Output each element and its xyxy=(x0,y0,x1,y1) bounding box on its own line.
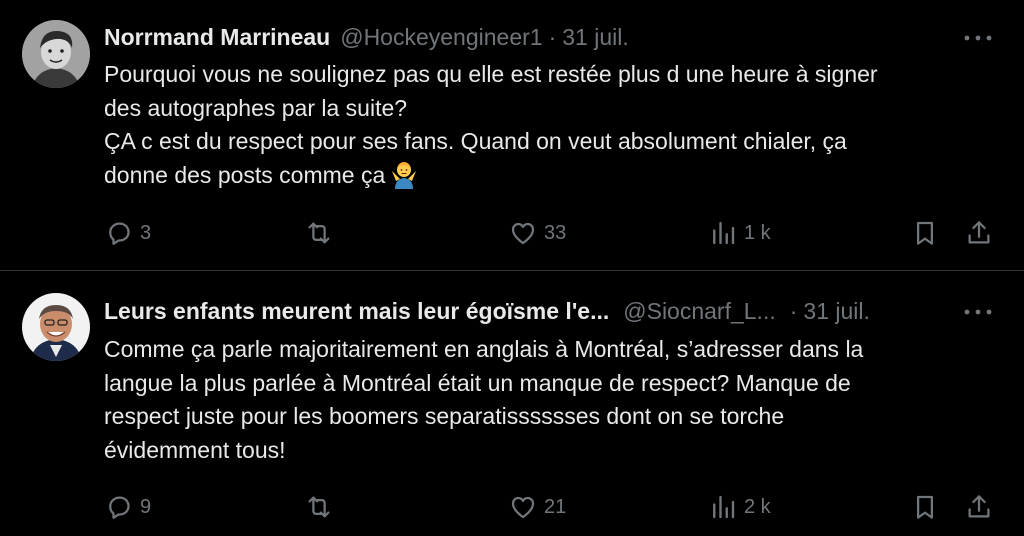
tweet-text-line: donne des posts comme ça xyxy=(104,161,386,188)
tweet-date[interactable]: 31 juil. xyxy=(562,24,628,51)
author-name[interactable]: Leurs enfants meurent mais leur égoïsme … xyxy=(104,298,609,325)
view-count: 2 k xyxy=(744,495,771,518)
reply-button[interactable]: 3 xyxy=(104,213,151,253)
like-count: 21 xyxy=(544,495,567,518)
tweet-text-line: évidemment tous! xyxy=(104,436,286,463)
tweet-text-line: Comme ça parle majoritairement en anglai… xyxy=(104,336,864,362)
tweet[interactable]: Norrmand Marrineau @Hockeyengineer1 · 31… xyxy=(0,0,1024,270)
share-button[interactable] xyxy=(964,487,994,527)
reply-count: 3 xyxy=(140,221,152,244)
reply-count: 9 xyxy=(140,495,152,518)
tweet[interactable]: Leurs enfants meurent mais leur égoïsme … xyxy=(0,271,1024,536)
share-icon xyxy=(968,221,990,244)
heart-icon xyxy=(511,496,535,519)
tweet-actions: 9 21 2 k xyxy=(100,487,1000,527)
reply-icon xyxy=(109,222,130,245)
tweet-text: Pourquoi vous ne soulignez pas qu elle e… xyxy=(104,58,1004,192)
bookmark-button[interactable] xyxy=(910,213,940,253)
author-name[interactable]: Norrmand Marrineau xyxy=(104,24,330,51)
views-chart-icon xyxy=(713,221,735,245)
more-options-button[interactable] xyxy=(960,26,996,50)
separator: · xyxy=(789,297,798,324)
retweet-button[interactable] xyxy=(304,213,340,253)
view-count: 1 k xyxy=(744,221,771,244)
tweet-text: Comme ça parle majoritairement en anglai… xyxy=(104,333,1004,467)
tweet-text-line: ÇA c est du respect pour ses fans. Quand… xyxy=(104,128,847,155)
tweet-header: Norrmand Marrineau @Hockeyengineer1 · 31… xyxy=(104,21,924,53)
tweet-text-line: langue la plus parlée à Montréal était u… xyxy=(104,369,851,396)
views-button[interactable]: 1 k xyxy=(708,213,771,253)
heart-icon xyxy=(511,222,535,245)
retweet-icon xyxy=(308,222,330,244)
bookmark-icon xyxy=(917,221,933,245)
reply-button[interactable]: 9 xyxy=(104,487,151,527)
views-chart-icon xyxy=(713,495,735,519)
avatar[interactable] xyxy=(22,293,90,361)
more-options-button[interactable] xyxy=(960,300,996,324)
tweet-text-line: Pourquoi vous ne soulignez pas qu elle e… xyxy=(104,61,878,87)
share-icon xyxy=(968,495,990,518)
like-count: 33 xyxy=(544,221,567,244)
tweet-text-line: respect juste pour les boomers separatis… xyxy=(104,403,785,430)
bookmark-button[interactable] xyxy=(910,487,940,527)
tweet-actions: 3 33 1 k xyxy=(100,213,1000,253)
tweet-header: Leurs enfants meurent mais leur égoïsme … xyxy=(104,295,924,327)
like-button[interactable]: 33 xyxy=(508,213,566,253)
reply-icon xyxy=(109,496,130,519)
tweet-text-line: des autographes par la suite? xyxy=(104,94,408,121)
retweet-button[interactable] xyxy=(304,487,340,527)
tweet-date[interactable]: 31 juil. xyxy=(803,298,869,325)
share-button[interactable] xyxy=(964,213,994,253)
more-horizontal-icon xyxy=(964,35,992,41)
bookmark-icon xyxy=(917,495,933,519)
author-handle[interactable]: @Siocnarf_L... xyxy=(623,298,775,325)
like-button[interactable]: 21 xyxy=(508,487,566,527)
avatar[interactable] xyxy=(22,20,90,88)
retweet-icon xyxy=(308,496,330,518)
person-shrugging-emoji xyxy=(392,161,417,189)
views-button[interactable]: 2 k xyxy=(708,487,771,527)
author-handle[interactable]: @Hockeyengineer1 xyxy=(340,24,542,51)
separator: · xyxy=(548,23,557,50)
more-horizontal-icon xyxy=(964,309,992,315)
